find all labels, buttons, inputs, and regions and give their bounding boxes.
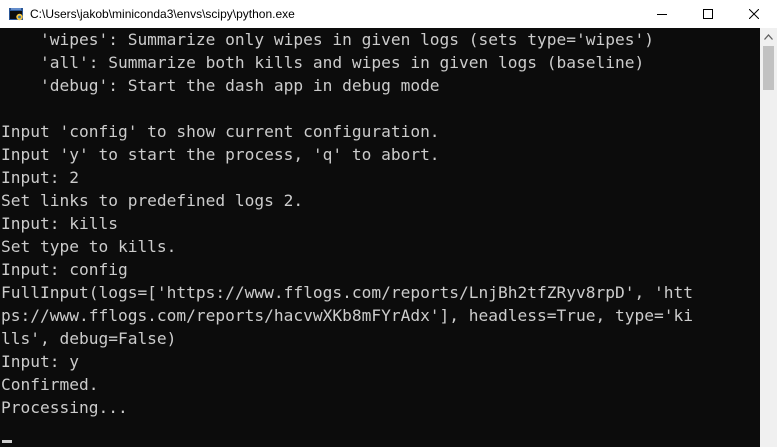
console-line: 'all': Summarize both kills and wipes in… [1,53,645,72]
maximize-icon [703,9,713,19]
close-icon [749,9,759,19]
chevron-up-icon [764,33,773,40]
console-line: Input: kills [1,214,118,233]
console-line: Input: config [1,260,128,279]
vertical-scrollbar[interactable] [760,28,777,447]
console-line: Input: 2 [1,168,79,187]
window-title: C:\Users\jakob\miniconda3\envs\scipy\pyt… [30,7,295,21]
scrollbar-thumb[interactable] [763,46,774,90]
console-line: 'wipes': Summarize only wipes in given l… [1,30,654,49]
console-line: lls', debug=False) [1,329,177,348]
console-window: C:\Users\jakob\miniconda3\envs\scipy\pyt… [0,0,777,447]
text-cursor [2,440,12,443]
terminal-output[interactable]: 'wipes': Summarize only wipes in given l… [0,28,760,447]
python-console-icon [8,6,24,22]
console-line: Input: y [1,352,79,371]
console-line: Set type to kills. [1,237,177,256]
console-line: FullInput(logs=['https://www.fflogs.com/… [1,283,693,302]
maximize-button[interactable] [685,0,731,28]
console-line: Input 'config' to show current configura… [1,122,440,141]
minimize-button[interactable] [639,0,685,28]
console-line: Input 'y' to start the process, 'q' to a… [1,145,440,164]
console-line: ps://www.fflogs.com/reports/hacvwXKb8mFY… [1,306,693,325]
close-button[interactable] [731,0,777,28]
console-text: 'wipes': Summarize only wipes in given l… [0,28,760,419]
minimize-icon [657,14,667,15]
console-line: Processing... [1,398,128,417]
console-line: Set links to predefined logs 2. [1,191,304,210]
console-line: Confirmed. [1,375,99,394]
title-bar[interactable]: C:\Users\jakob\miniconda3\envs\scipy\pyt… [0,0,777,28]
scroll-up-button[interactable] [760,28,777,45]
console-line: 'debug': Start the dash app in debug mod… [1,76,440,95]
